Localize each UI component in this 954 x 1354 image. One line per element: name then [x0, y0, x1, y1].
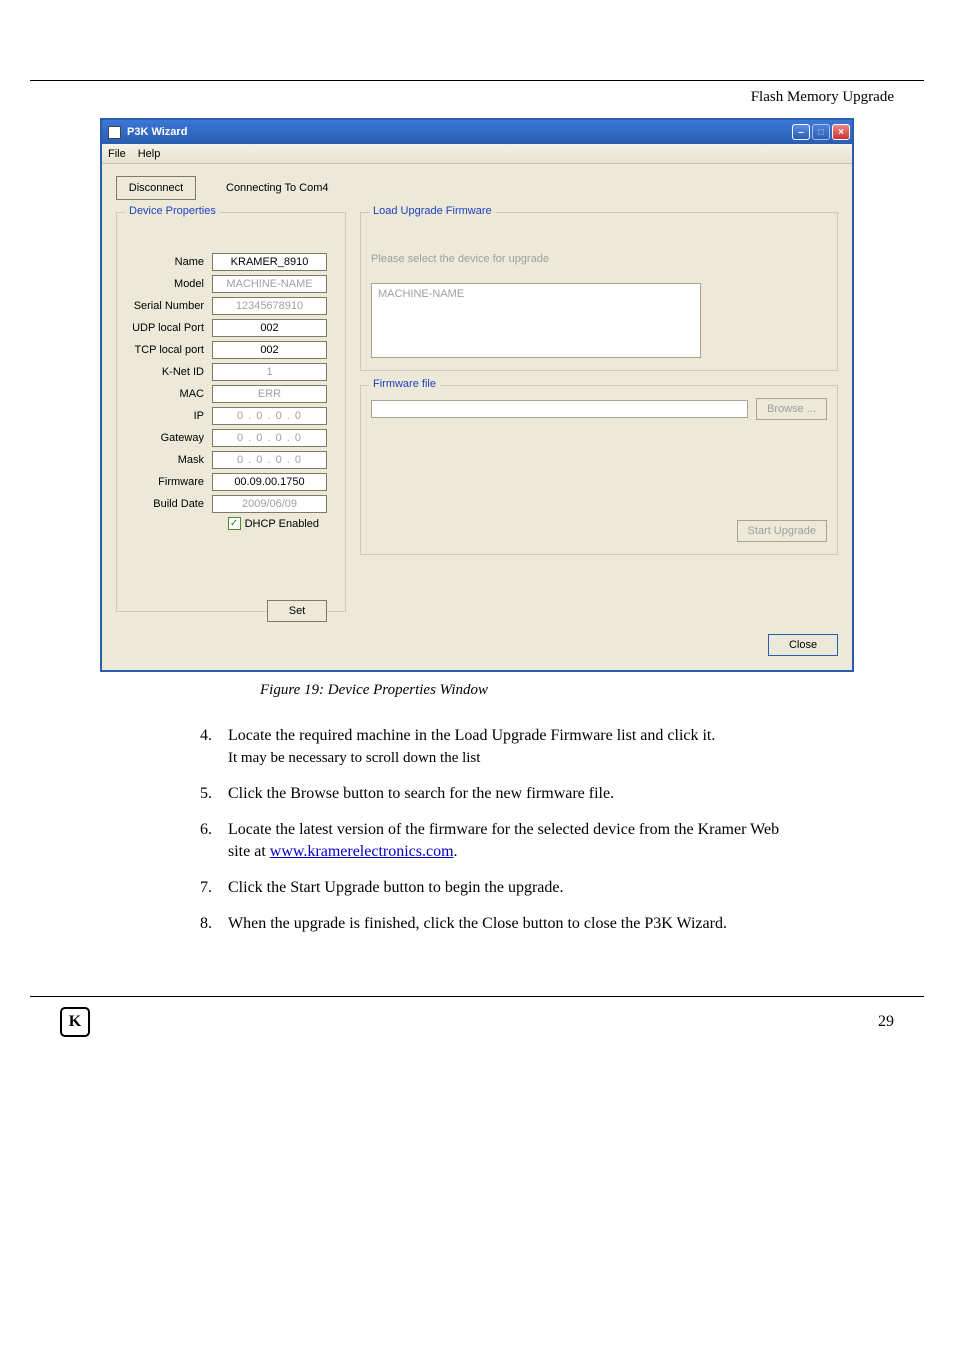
figure-screenshot: P3K Wizard – □ × File Help Disconnect Co…	[100, 118, 854, 672]
tcp-label: TCP local port	[127, 344, 212, 356]
menu-help[interactable]: Help	[138, 148, 161, 160]
browse-button[interactable]: Browse ...	[756, 398, 827, 420]
connection-status: Connecting To Com4	[226, 182, 329, 194]
figure-caption: Figure 19: Device Properties Window	[260, 682, 904, 699]
gateway-field[interactable]: 0 . 0 . 0 . 0	[212, 429, 327, 447]
firmware-file-legend: Firmware file	[369, 378, 440, 390]
name-field[interactable]	[212, 253, 327, 271]
close-button[interactable]: Close	[768, 634, 838, 656]
firmware-label: Firmware	[127, 476, 212, 488]
app-icon	[108, 126, 121, 139]
step-4-text: Locate the required machine in the Load …	[228, 727, 715, 744]
mask-label: Mask	[127, 454, 212, 466]
firmware-file-group: Firmware file Browse ... Start Upgrade	[360, 385, 838, 555]
build-field	[212, 495, 327, 513]
ip-field[interactable]: 0 . 0 . 0 . 0	[212, 407, 327, 425]
dhcp-label: DHCP Enabled	[245, 518, 319, 530]
page-number: 29	[878, 1013, 894, 1031]
menu-file[interactable]: File	[108, 148, 126, 160]
disconnect-button[interactable]: Disconnect	[116, 176, 196, 200]
window-title: P3K Wizard	[127, 126, 792, 138]
gateway-label: Gateway	[127, 432, 212, 444]
serial-label: Serial Number	[127, 300, 212, 312]
step-5-text: Click the Browse button to search for th…	[228, 783, 784, 805]
kramer-link[interactable]: www.kramerelectronics.com	[270, 843, 454, 860]
load-upgrade-legend: Load Upgrade Firmware	[369, 205, 496, 217]
close-icon[interactable]: ×	[832, 124, 850, 140]
device-properties-legend: Device Properties	[125, 205, 220, 217]
model-label: Model	[127, 278, 212, 290]
model-field	[212, 275, 327, 293]
minimize-icon[interactable]: –	[792, 124, 810, 140]
ip-label: IP	[127, 410, 212, 422]
step-4-sub: It may be necessary to scroll down the l…	[228, 750, 480, 766]
build-label: Build Date	[127, 498, 212, 510]
mac-label: MAC	[127, 388, 212, 400]
maximize-icon: □	[812, 124, 830, 140]
mac-field	[212, 385, 327, 403]
serial-field	[212, 297, 327, 315]
step-8-text: When the upgrade is finished, click the …	[228, 913, 784, 935]
udp-label: UDP local Port	[127, 322, 212, 334]
firmware-field	[212, 473, 327, 491]
dhcp-checkbox[interactable]: ✓	[228, 517, 241, 530]
load-upgrade-group: Load Upgrade Firmware Please select the …	[360, 212, 838, 371]
start-upgrade-button[interactable]: Start Upgrade	[737, 520, 827, 542]
device-properties-group: Device Properties Name Model Serial Numb…	[116, 212, 346, 612]
knet-label: K-Net ID	[127, 366, 212, 378]
firmware-path-field[interactable]	[371, 400, 748, 418]
running-header: Flash Memory Upgrade	[0, 89, 894, 106]
name-label: Name	[127, 256, 212, 268]
device-listbox[interactable]: MACHINE-NAME	[371, 283, 701, 358]
titlebar: P3K Wizard – □ ×	[102, 120, 852, 144]
kramer-logo-icon: K	[60, 1007, 90, 1037]
list-item[interactable]: MACHINE-NAME	[378, 288, 694, 300]
menubar: File Help	[102, 144, 852, 164]
step-7-text: Click the Start Upgrade button to begin …	[228, 877, 784, 899]
knet-field	[212, 363, 327, 381]
document-body: 4.Locate the required machine in the Loa…	[200, 725, 784, 936]
tcp-field[interactable]	[212, 341, 327, 359]
mask-field[interactable]: 0 . 0 . 0 . 0	[212, 451, 327, 469]
udp-field[interactable]	[212, 319, 327, 337]
select-device-label: Please select the device for upgrade	[371, 253, 827, 265]
set-button[interactable]: Set	[267, 600, 327, 622]
